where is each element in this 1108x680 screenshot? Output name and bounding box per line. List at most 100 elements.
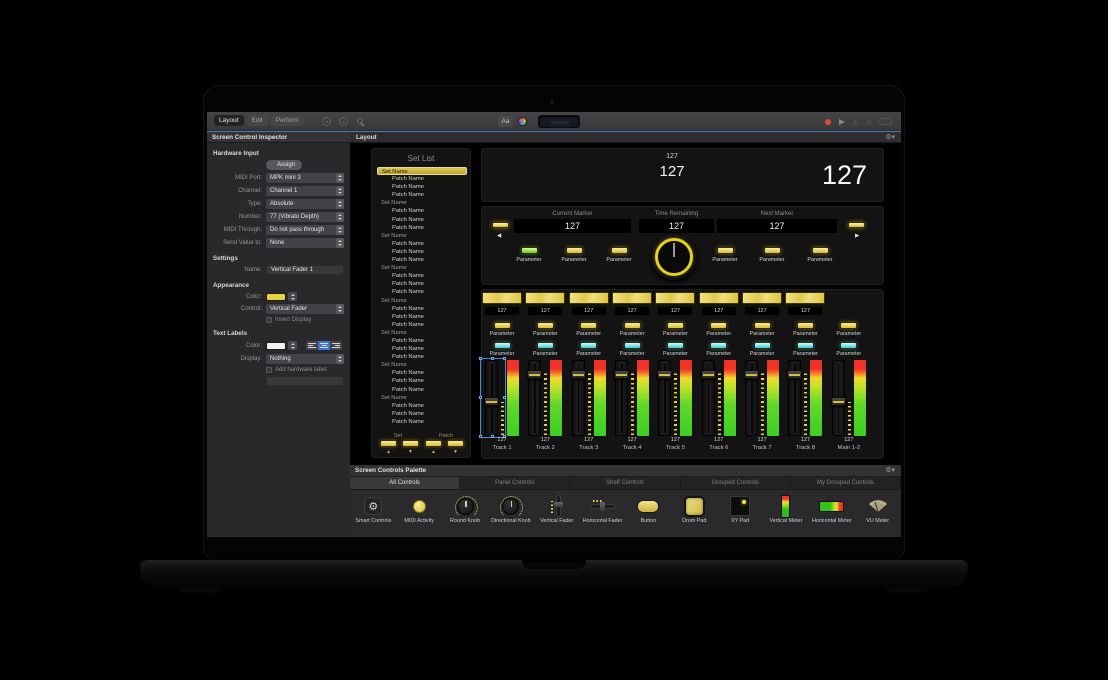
midi-through-select[interactable]: Do not pass through (266, 225, 344, 235)
parameter-button[interactable] (754, 322, 771, 329)
parameter-button[interactable] (840, 342, 857, 349)
align-left-button[interactable] (306, 341, 318, 350)
patch-row[interactable]: Patch Name (372, 418, 472, 426)
palette-item-vertical-fader[interactable]: Vertical Fader (534, 494, 579, 525)
set-row[interactable]: Set Name (372, 297, 472, 305)
record-icon[interactable] (825, 119, 831, 125)
number-select[interactable]: 77 (Vibrato Depth) (266, 212, 344, 222)
vertical-fader-handle[interactable] (744, 370, 759, 379)
palette-item-button[interactable]: Button (626, 494, 671, 525)
horizontal-fader[interactable] (699, 292, 739, 304)
big-round-knob[interactable] (651, 234, 697, 280)
tab-all-controls[interactable]: All Controls (350, 477, 460, 489)
patch-prev-button[interactable] (425, 440, 442, 447)
horizontal-fader[interactable] (612, 292, 652, 304)
next-led-button[interactable] (848, 222, 865, 228)
vertical-fader-handle[interactable] (787, 370, 802, 379)
assign-button[interactable]: Assign (266, 160, 302, 170)
align-right-button[interactable] (330, 341, 342, 350)
prev-arrow-icon[interactable]: ◀ (497, 233, 501, 239)
palette-item-round-knob[interactable]: Round Knob (443, 494, 488, 525)
parameter-button[interactable] (667, 322, 684, 329)
vertical-fader-handle[interactable] (527, 370, 542, 379)
palette-item-drum-pad[interactable]: Drum Pad (672, 494, 717, 525)
palette-item-vu-meter[interactable]: VU Meter (855, 494, 900, 525)
patch-row[interactable]: Patch Name (372, 410, 472, 418)
tab-my-grouped-controls[interactable]: My Grouped Controls (791, 477, 901, 489)
patch-row[interactable]: Patch Name (372, 369, 472, 377)
mode-button-edit[interactable]: Edit (247, 115, 268, 126)
parameter-button[interactable] (710, 342, 727, 349)
set-row[interactable]: Set Name (377, 167, 467, 175)
palette-item-smart-controls[interactable]: ⚙Smart Controls (351, 494, 396, 525)
parameter-button[interactable] (754, 342, 771, 349)
horizontal-fader[interactable] (785, 292, 825, 304)
midi-port-select[interactable]: MPK mini 3 (266, 173, 344, 183)
wrench-icon[interactable] (356, 117, 365, 126)
patch-row[interactable]: Patch Name (372, 280, 472, 288)
toolbar-round-icon-1[interactable] (322, 117, 331, 126)
set-row[interactable]: Set Name (372, 232, 472, 240)
selection-handle[interactable] (479, 357, 482, 360)
align-center-button[interactable] (318, 341, 330, 350)
parameter-button[interactable] (624, 322, 641, 329)
parameter-button[interactable] (797, 342, 814, 349)
parameter-button[interactable] (812, 247, 829, 254)
patch-next-button[interactable] (447, 440, 464, 447)
parameter-button[interactable] (667, 342, 684, 349)
palette-item-xy-pad[interactable]: XY Pad (718, 494, 763, 525)
set-row[interactable]: Set Name (372, 361, 472, 369)
horizontal-fader[interactable] (482, 292, 522, 304)
add-hardware-label-checkbox[interactable] (266, 367, 272, 373)
tuner-icon[interactable]: ◁ (866, 118, 871, 126)
palette-gear-icon[interactable]: ⚙▾ (885, 466, 895, 474)
control-select[interactable]: Vertical Fader (266, 304, 344, 314)
selection-handle[interactable] (503, 357, 506, 360)
parameter-button[interactable] (624, 342, 641, 349)
vertical-fader-handle[interactable] (571, 370, 586, 379)
set-row[interactable]: Set Name (372, 329, 472, 337)
horizontal-fader[interactable] (525, 292, 565, 304)
parameter-button[interactable] (611, 247, 628, 254)
palette-item-vertical-meter[interactable]: Vertical Meter (763, 494, 808, 525)
horizontal-fader[interactable] (569, 292, 609, 304)
patch-row[interactable]: Patch Name (372, 240, 472, 248)
patch-row[interactable]: Patch Name (372, 305, 472, 313)
palette-item-midi-activity[interactable]: MIDI Activity (397, 494, 442, 525)
patch-row[interactable]: Patch Name (372, 175, 472, 183)
palette-item-directional-knob[interactable]: Directional Knob (488, 494, 533, 525)
next-arrow-icon[interactable]: ▶ (855, 233, 859, 239)
toolbar-round-icon-2[interactable] (339, 117, 348, 126)
patch-row[interactable]: Patch Name (372, 402, 472, 410)
patch-row[interactable]: Patch Name (372, 386, 472, 394)
set-row[interactable]: Set Name (372, 394, 472, 402)
vertical-fader-handle[interactable] (831, 397, 846, 406)
parameter-button[interactable] (580, 342, 597, 349)
text-color-stepper[interactable] (288, 341, 297, 350)
patch-row[interactable]: Patch Name (372, 313, 472, 321)
patch-row[interactable]: Patch Name (372, 191, 472, 199)
hardware-label-field[interactable] (266, 376, 344, 386)
parameter-button[interactable] (566, 247, 583, 254)
parameter-button[interactable] (537, 322, 554, 329)
send-value-to-select[interactable]: None (266, 238, 344, 248)
text-color-swatch[interactable] (266, 342, 286, 350)
mode-button-perform[interactable]: Perform (271, 115, 304, 126)
color-palette-icon[interactable] (518, 117, 527, 126)
play-icon[interactable] (839, 119, 845, 125)
patch-row[interactable]: Patch Name (372, 377, 472, 385)
patch-row[interactable]: Patch Name (372, 272, 472, 280)
patch-row[interactable]: Patch Name (372, 353, 472, 361)
parameter-button[interactable] (710, 322, 727, 329)
tab-grouped-controls[interactable]: Grouped Controls (681, 477, 791, 489)
vertical-fader-handle[interactable] (657, 370, 672, 379)
parameter-button[interactable] (537, 342, 554, 349)
vertical-fader-handle[interactable] (701, 370, 716, 379)
selection-handle[interactable] (479, 396, 482, 399)
type-select[interactable]: Absolute (266, 199, 344, 209)
patch-row[interactable]: Patch Name (372, 256, 472, 264)
workspace-gear-icon[interactable]: ⚙▾ (885, 133, 895, 141)
name-field[interactable]: Vertical Fader 1 (266, 265, 344, 275)
patch-row[interactable]: Patch Name (372, 248, 472, 256)
patch-row[interactable]: Patch Name (372, 224, 472, 232)
